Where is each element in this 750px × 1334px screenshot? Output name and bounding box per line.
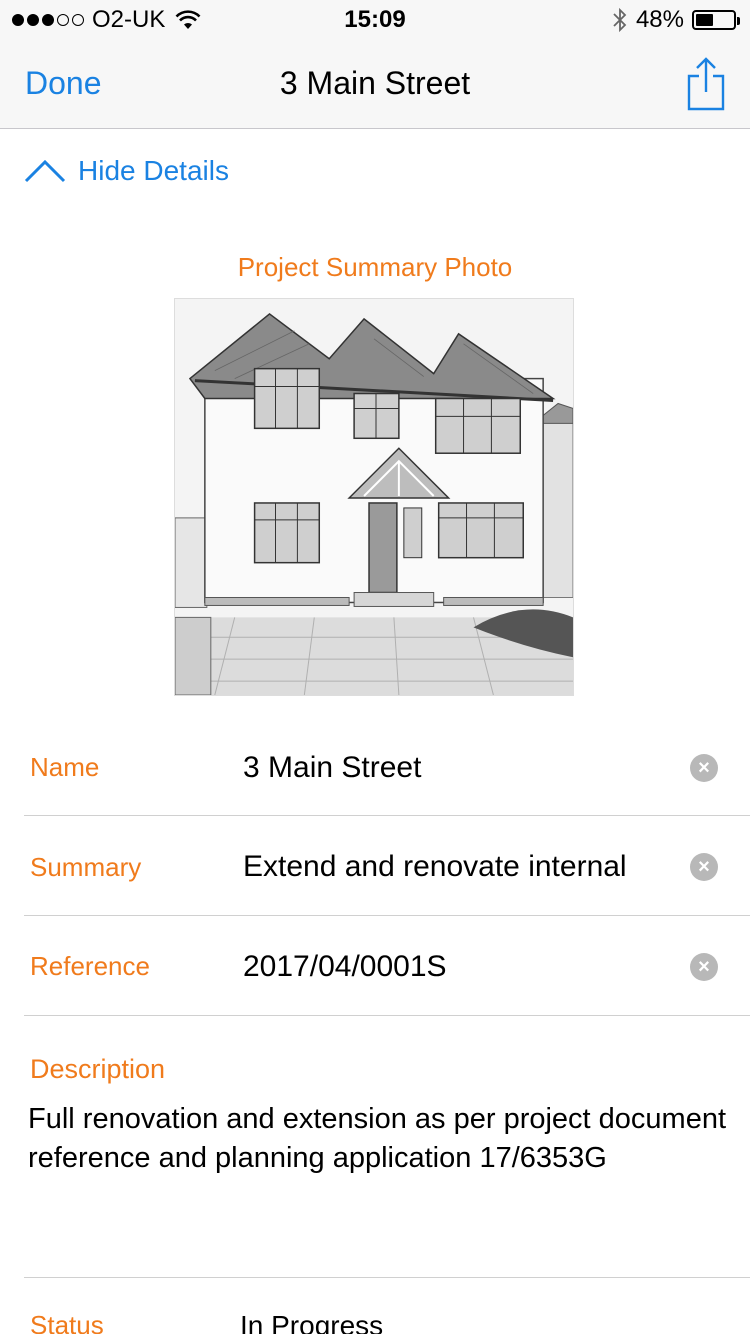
description-divider (24, 1230, 750, 1278)
summary-label: Summary (30, 852, 142, 882)
system-indicators: 48% (612, 6, 740, 34)
navigation-bar: Done 3 Main Street (0, 40, 750, 129)
name-field[interactable]: 3 Main Street (243, 751, 683, 785)
house-sketch-image (174, 299, 574, 696)
summary-field[interactable]: Extend and renovate internal (243, 850, 683, 884)
bluetooth-icon (613, 7, 627, 33)
name-label: Name (30, 752, 100, 782)
photo-section-label: Project Summary Photo (237, 252, 513, 282)
name-row: Name 3 Main Street × (24, 718, 750, 816)
status-bar: O2-UK 15:09 48% (0, 0, 750, 40)
status-label: Status (30, 1310, 104, 1334)
battery-level (696, 14, 714, 26)
share-icon[interactable] (686, 56, 726, 112)
hide-details-label: Hide Details (78, 155, 229, 186)
project-details-screen: O2-UK 15:09 48% Done 3 Main Street Hide … (0, 0, 750, 1334)
reference-row: Reference 2017/04/0001S × (24, 916, 750, 1016)
battery-icon (692, 10, 740, 30)
battery-percentage: 48% (635, 6, 684, 33)
clear-reference-icon[interactable]: × (690, 953, 718, 981)
status-field[interactable]: In Progress (240, 1310, 383, 1334)
hide-details-toggle[interactable]: Hide Details (24, 155, 229, 187)
chevron-up-icon (24, 159, 66, 183)
summary-row: Summary Extend and renovate internal × (24, 816, 750, 916)
project-summary-photo[interactable] (174, 298, 574, 696)
reference-field[interactable]: 2017/04/0001S (243, 950, 683, 984)
clear-summary-icon[interactable]: × (690, 853, 718, 881)
page-title: 3 Main Street (279, 65, 471, 101)
description-field[interactable]: Full renovation and extension as per pro… (28, 1100, 728, 1178)
description-label: Description (30, 1054, 166, 1084)
reference-label: Reference (30, 951, 150, 981)
clear-name-icon[interactable]: × (690, 754, 718, 782)
